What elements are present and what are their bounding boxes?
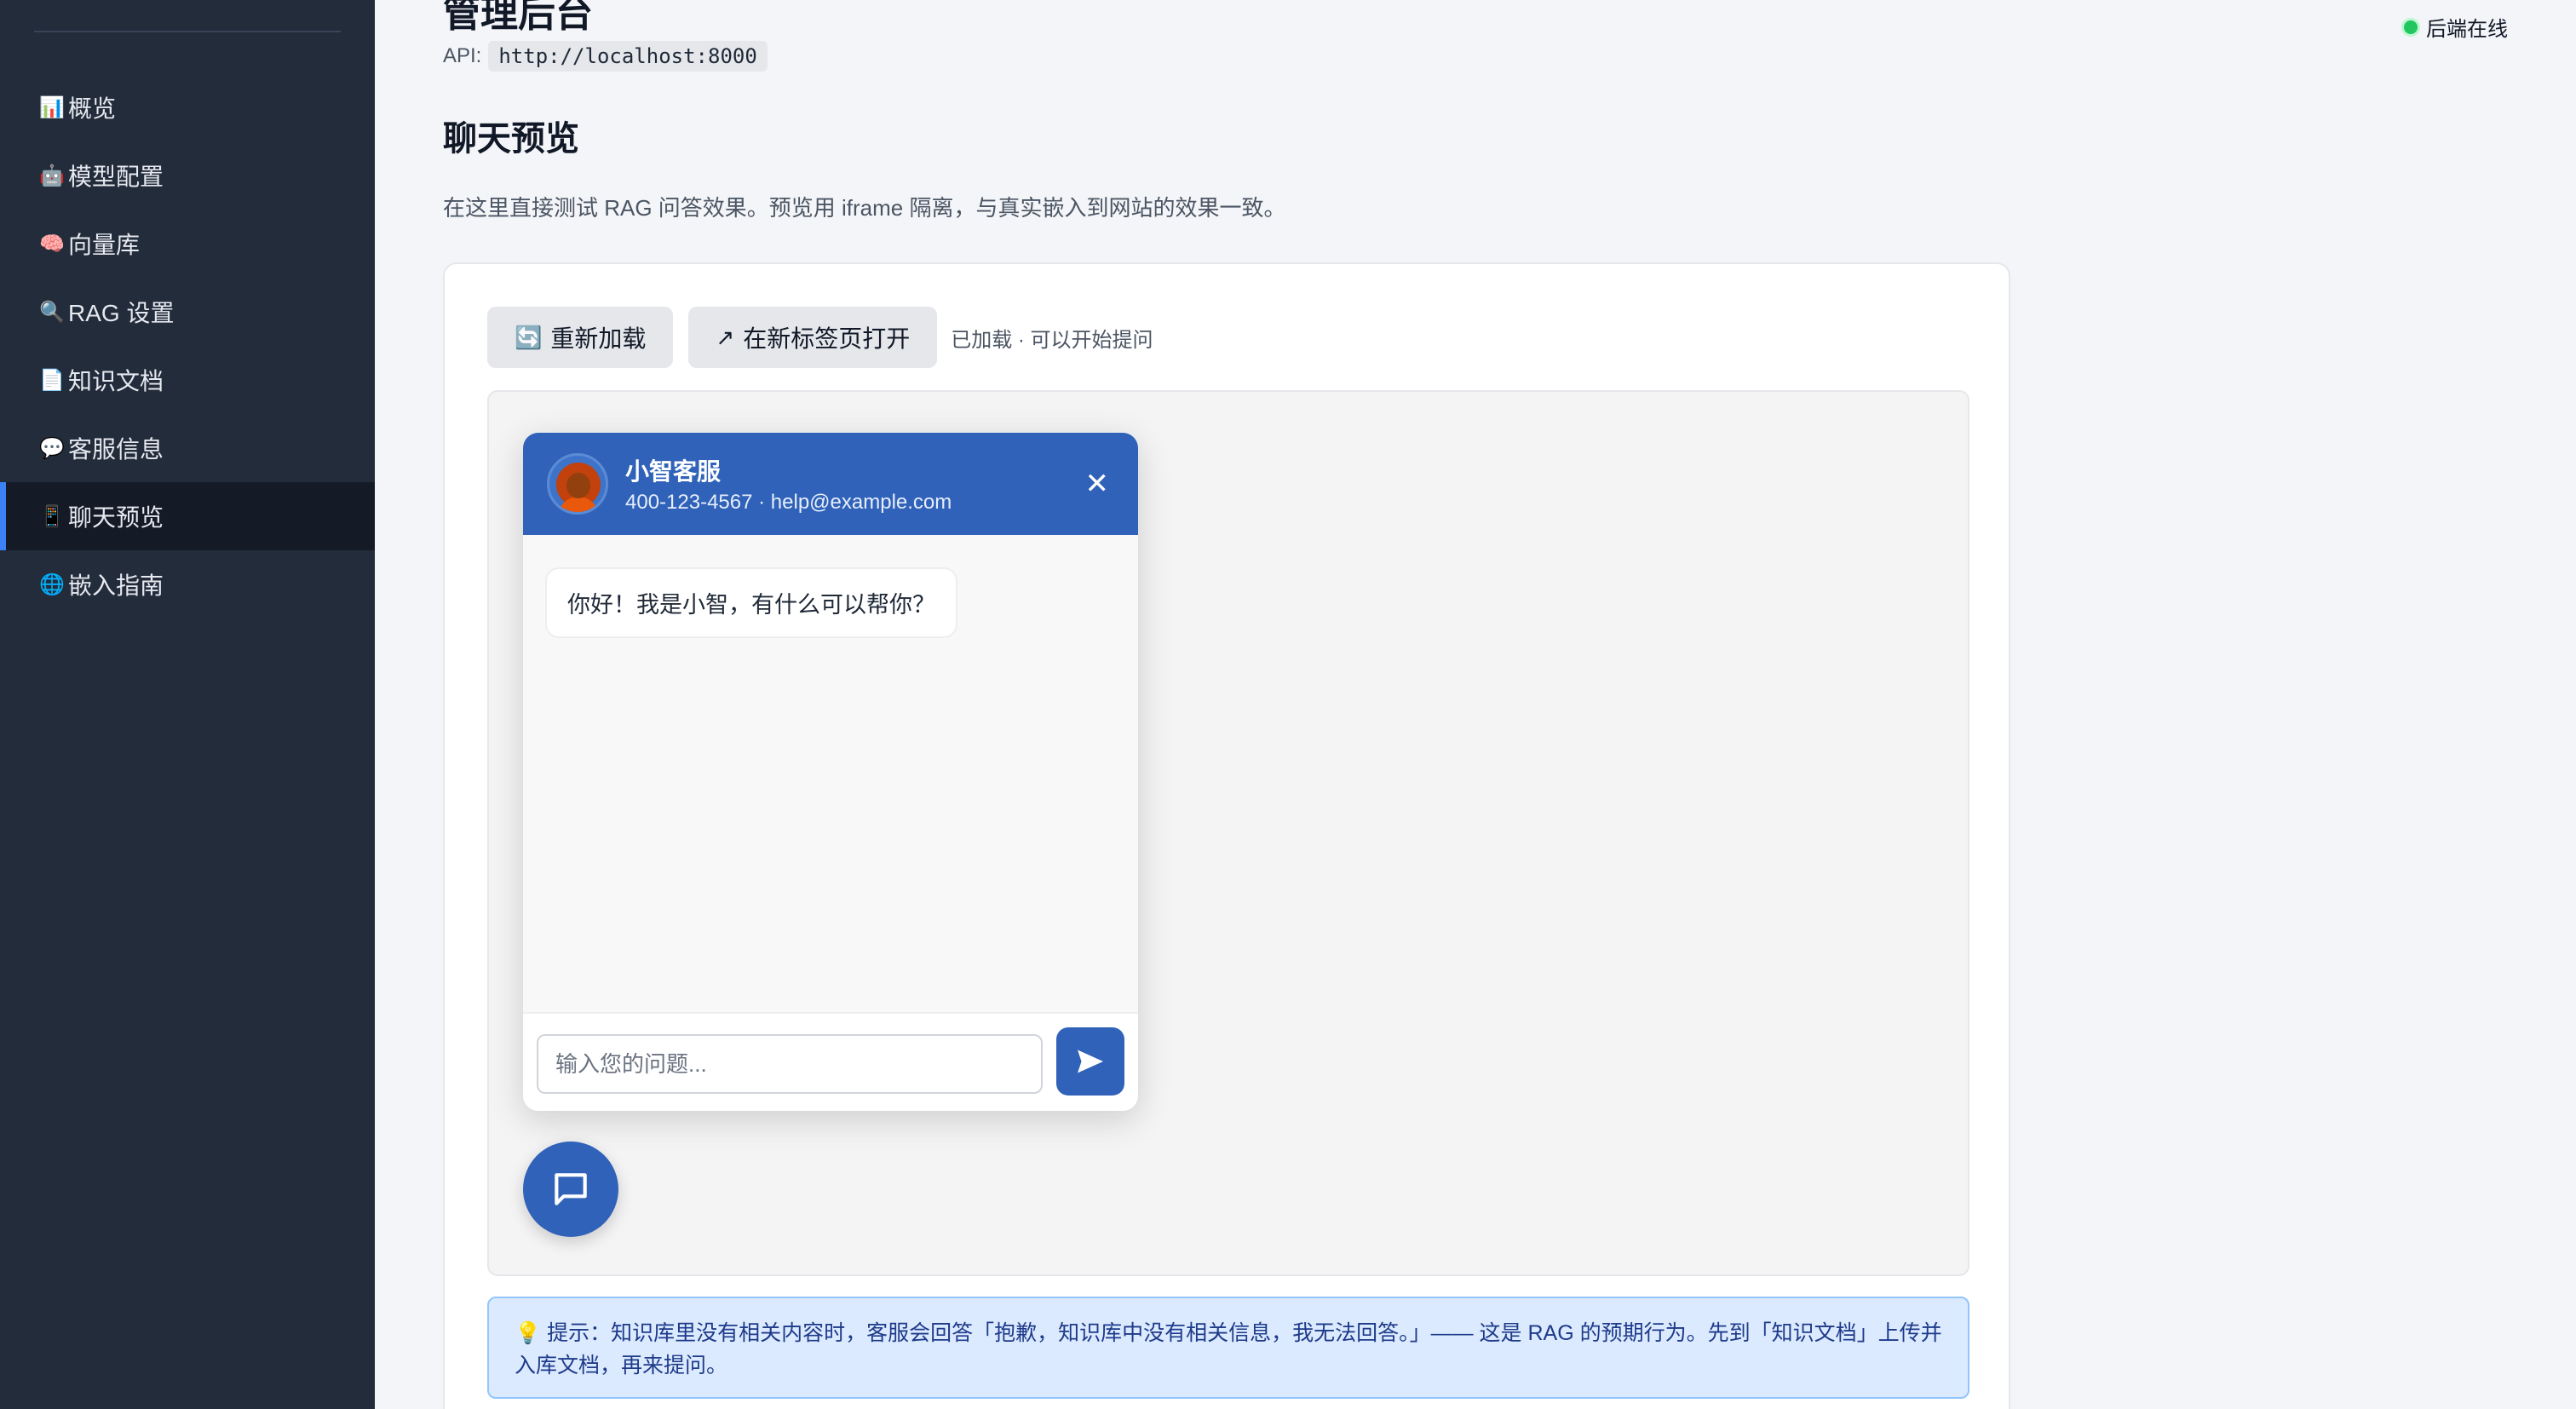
agent-info: 小智客服 400-123-4567 · help@example.com — [625, 453, 952, 515]
document-icon: 📄 — [39, 368, 65, 392]
app-title: 管理后台 — [443, 0, 593, 35]
phone-icon: 📱 — [39, 504, 65, 528]
preview-card: 🔄 重新加载 ↗ 在新标签页打开 已加载 · 可以开始提问 小智客服 400-1… — [443, 262, 2010, 1409]
close-icon[interactable]: ✕ — [1085, 467, 1110, 501]
sidebar-item-5[interactable]: 💬 客服信息 — [0, 414, 375, 482]
search-icon: 🔍 — [39, 300, 65, 324]
chat-widget: 小智客服 400-123-4567 · help@example.com ✕ 你… — [523, 433, 1138, 1111]
sidebar-item-6[interactable]: 📱 聊天预览 — [0, 482, 375, 550]
sidebar-item-label: RAG 设置 — [68, 300, 175, 326]
agent-avatar — [547, 453, 608, 515]
speech-bubble-icon: 💬 — [39, 436, 65, 460]
send-button[interactable] — [1056, 1027, 1124, 1096]
reload-button[interactable]: 🔄 重新加载 — [487, 307, 674, 368]
reload-icon: 🔄 — [515, 324, 543, 350]
bot-message: 你好！我是小智，有什么可以帮你？ — [545, 567, 957, 638]
sidebar: 📊 概览 🤖 模型配置 🧠 向量库 🔍 RAG 设置 📄 知识文档 💬 客服信息 📱 聊天预览 🌐 嵌入指南 — [0, 0, 375, 1409]
sidebar-item-4[interactable]: 📄 知识文档 — [0, 346, 375, 414]
sidebar-item-label: 模型配置 — [68, 164, 164, 190]
sidebar-item-3[interactable]: 🔍 RAG 设置 — [0, 278, 375, 346]
sidebar-item-label: 向量库 — [68, 232, 141, 258]
hint-box: 💡 提示：知识库里没有相关内容时，客服会回答「抱歉，知识库中没有相关信息，我无法… — [487, 1297, 1969, 1399]
open-new-tab-label: 在新标签页打开 — [743, 325, 911, 352]
chat-preview-frame: 小智客服 400-123-4567 · help@example.com ✕ 你… — [487, 390, 1969, 1276]
sidebar-item-label: 聊天预览 — [68, 504, 164, 531]
chat-header: 小智客服 400-123-4567 · help@example.com ✕ — [523, 433, 1138, 535]
brain-icon: 🧠 — [39, 232, 65, 256]
sidebar-divider — [34, 31, 341, 32]
globe-icon: 🌐 — [39, 572, 65, 596]
open-new-tab-button[interactable]: ↗ 在新标签页打开 — [688, 307, 938, 368]
chat-input[interactable] — [537, 1034, 1043, 1094]
status-dot-icon — [2404, 20, 2418, 34]
reload-label: 重新加载 — [550, 325, 647, 352]
sidebar-item-label: 嵌入指南 — [68, 572, 164, 599]
sidebar-item-1[interactable]: 🤖 模型配置 — [0, 141, 375, 210]
api-label: API: — [443, 44, 482, 67]
chat-input-area — [523, 1012, 1138, 1111]
sidebar-item-7[interactable]: 🌐 嵌入指南 — [0, 550, 375, 618]
sidebar-item-label: 知识文档 — [68, 368, 164, 394]
page-description: 在这里直接测试 RAG 问答效果。预览用 iframe 隔离，与真实嵌入到网站的… — [443, 195, 1286, 221]
agent-contact: 400-123-4567 · help@example.com — [625, 491, 952, 514]
message-list: 你好！我是小智，有什么可以帮你？ — [523, 535, 1138, 1012]
robot-icon: 🤖 — [39, 164, 65, 187]
page-title: 聊天预览 — [443, 120, 579, 158]
api-url: http://localhost:8000 — [488, 41, 768, 72]
hint-text: 提示：知识库里没有相关内容时，客服会回答「抱歉，知识库中没有相关信息，我无法回答… — [515, 1321, 1942, 1377]
external-link-icon: ↗ — [716, 324, 735, 350]
send-icon — [1078, 1050, 1103, 1073]
status-text: 后端在线 — [2426, 18, 2508, 41]
chart-icon: 📊 — [39, 95, 65, 119]
sidebar-item-2[interactable]: 🧠 向量库 — [0, 210, 375, 278]
preview-toolbar: 🔄 重新加载 ↗ 在新标签页打开 已加载 · 可以开始提问 — [487, 307, 1153, 368]
api-info: API: http://localhost:8000 — [443, 41, 768, 72]
chat-bubble-icon — [555, 1173, 587, 1205]
sidebar-item-label: 客服信息 — [68, 436, 164, 463]
main-content: 管理后台 API: http://localhost:8000 后端在线 聊天预… — [375, 0, 2576, 1409]
load-status: 已加载 · 可以开始提问 — [951, 328, 1153, 352]
sidebar-item-label: 概览 — [68, 95, 117, 122]
lightbulb-icon: 💡 — [515, 1321, 542, 1345]
chat-launcher-button[interactable] — [523, 1142, 618, 1237]
sidebar-item-0[interactable]: 📊 概览 — [0, 73, 375, 141]
backend-status: 后端在线 — [2404, 12, 2508, 42]
agent-name: 小智客服 — [625, 458, 722, 485]
sidebar-nav: 📊 概览 🤖 模型配置 🧠 向量库 🔍 RAG 设置 📄 知识文档 💬 客服信息 📱 聊天预览 🌐 嵌入指南 — [0, 73, 375, 618]
